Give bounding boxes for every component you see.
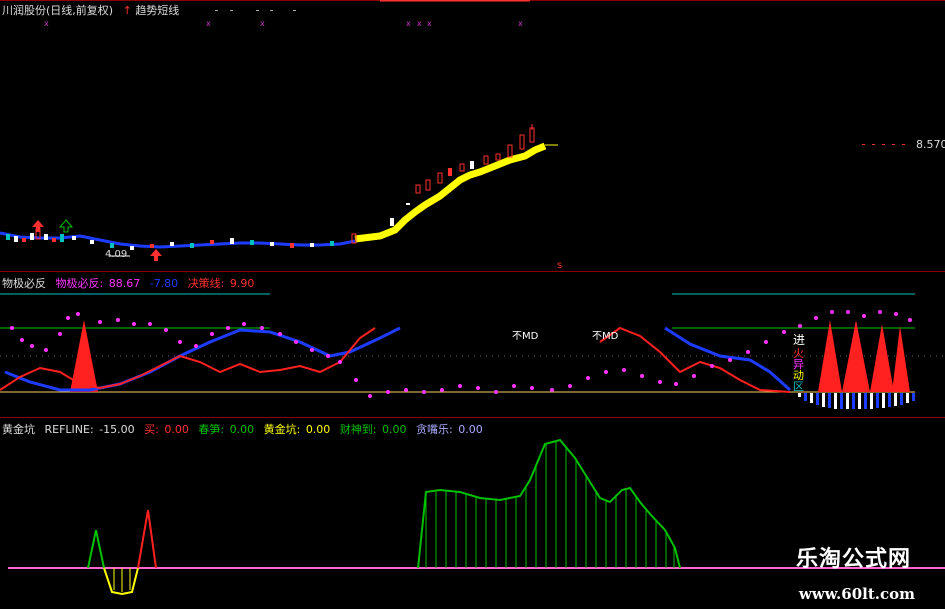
indicator-pane-wujibifan[interactable]: 物极必反 物极必反: 88.67 -7.80 决策线: 9.90 不MD 不MD… (0, 272, 945, 418)
price-chart[interactable]: xxx xxx x s (0, 0, 945, 272)
candles-right (351, 124, 535, 244)
price-marker-dots (862, 144, 905, 145)
price-low-label: 4.09 (105, 249, 128, 260)
svg-text:x: x (44, 19, 49, 28)
green-peak-left (87, 529, 105, 569)
mid-text-2: 不MD (592, 331, 619, 342)
green-mountain (417, 438, 681, 569)
svg-text:x: x (417, 19, 422, 28)
price-high-label: 8.570 (916, 138, 945, 151)
top-magenta-marks: xxx xxx x (44, 19, 523, 28)
svg-text:x: x (206, 19, 211, 28)
price-pane[interactable]: 川润股份(日线,前复权) ↑ 趋势短线 xxx xxx x s 8.570 4.… (0, 0, 945, 272)
trend-step-line (354, 142, 547, 243)
svg-text:x: x (427, 19, 432, 28)
low-chart[interactable] (0, 418, 945, 609)
red-indicator-line (0, 327, 376, 391)
watermark-site-url: www.60lt.com (798, 585, 915, 603)
svg-text:x: x (518, 19, 523, 28)
indicator-pane-huangjinkeng[interactable]: 黄金坑 REFLINE: -15.00 买: 0.00 春笋: 0.00 黄金坑… (0, 418, 945, 609)
signal-v4-label: 区 (793, 380, 804, 393)
blue-indicator-line (4, 326, 401, 392)
red-indicator-line-right (599, 326, 791, 393)
red-peak (137, 509, 157, 569)
svg-text:x: x (260, 19, 265, 28)
yellow-trough (103, 567, 139, 596)
svg-text:x: x (406, 19, 411, 28)
s-marker: s (557, 260, 562, 271)
bars-below-baseline (798, 393, 915, 409)
blue-indicator-line-right (664, 326, 792, 392)
magenta-dots (10, 310, 912, 398)
watermark-site-name: 乐淘公式网 (795, 547, 911, 572)
top-dots (215, 10, 296, 11)
yellow-trough-bars (113, 568, 131, 592)
green-mountain-bars (425, 441, 675, 568)
mid-text-1: 不MD (512, 331, 539, 342)
